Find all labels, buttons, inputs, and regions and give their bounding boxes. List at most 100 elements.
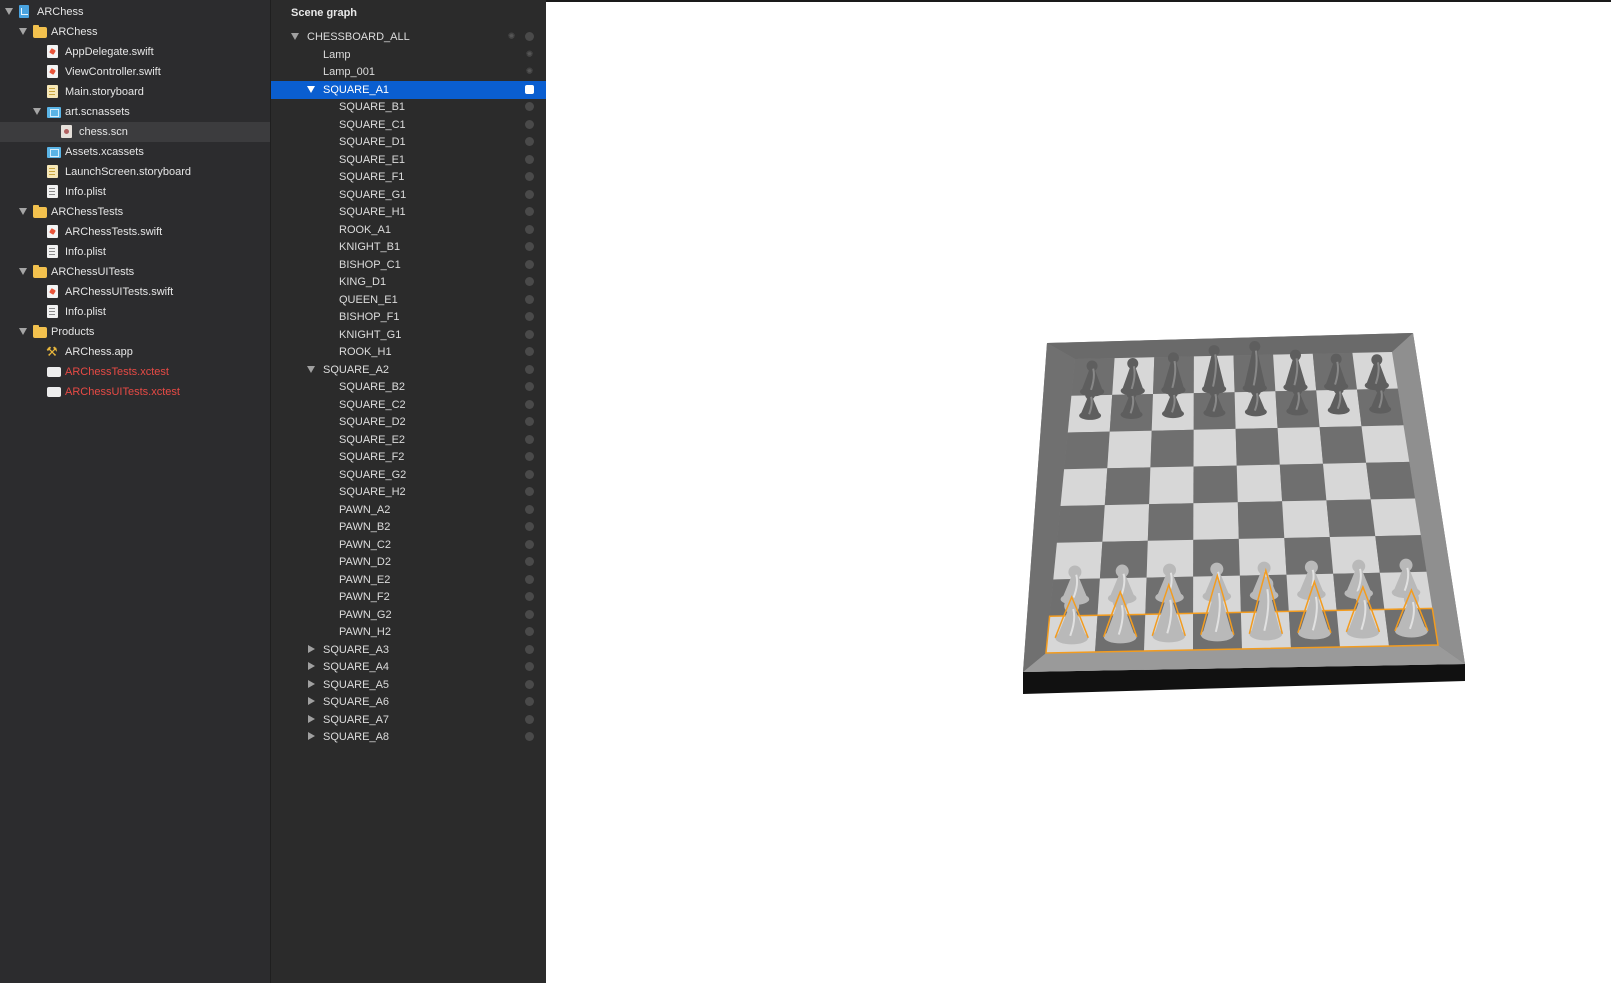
xctest-bundle-icon [47,367,61,377]
scene-graph-node[interactable]: BISHOP_C1 [271,256,546,274]
navigator-item[interactable]: Info.plist [0,182,270,202]
scene-graph-node[interactable]: KNIGHT_B1 [271,238,546,256]
navigator-item[interactable]: AppDelegate.swift [0,42,270,62]
disclosure-triangle-icon[interactable] [308,697,315,705]
light-icon: ✺ [525,48,534,59]
navigator-item-label: Products [51,326,95,338]
disclosure-triangle-icon[interactable] [308,644,315,653]
disclosure-triangle-icon[interactable] [19,328,27,335]
scene-graph-node[interactable]: KNIGHT_G1 [271,326,546,344]
navigator-item[interactable]: chess.scn [0,122,270,142]
board-square [1150,429,1194,468]
scene-graph-node[interactable]: Lamp_001 ✺ [271,63,546,81]
scene-graph-node[interactable]: PAWN_D2 [271,553,546,571]
scene-graph-node[interactable]: SQUARE_B2 [271,378,546,396]
geometry-cube-icon [525,347,534,356]
disclosure-triangle-icon[interactable] [308,732,315,740]
navigator-item[interactable]: ARChessUITests [0,262,270,282]
disclosure-triangle-icon[interactable] [307,85,315,93]
scene-graph-node[interactable]: ROOK_H1 [271,343,546,361]
scene-graph-node[interactable]: PAWN_H2 [271,623,546,641]
scene-graph-node[interactable]: SQUARE_H1 [271,203,546,221]
scene-graph-node[interactable]: SQUARE_A6 [271,693,546,711]
scene-graph-node[interactable]: SQUARE_E2 [271,431,546,449]
scene-graph-node-label: SQUARE_A7 [323,713,390,726]
scene-graph-node[interactable]: SQUARE_A7 [271,711,546,729]
scene-graph-node[interactable]: PAWN_G2 [271,606,546,624]
disclosure-triangle-icon[interactable] [308,679,315,688]
disclosure-triangle-icon[interactable] [33,108,41,115]
chessboard-render[interactable] [546,2,1609,983]
navigator-item[interactable]: LaunchScreen.storyboard [0,162,270,182]
navigator-item[interactable]: Info.plist [0,302,270,322]
scene-graph-node[interactable]: SQUARE_C1 [271,116,546,134]
scene-graph-node[interactable]: ROOK_A1 [271,221,546,239]
scene-graph-node[interactable]: SQUARE_A5 [271,676,546,694]
disclosure-triangle-icon[interactable] [19,268,27,275]
project-icon [19,5,29,18]
scene-graph-node[interactable]: SQUARE_B1 [271,98,546,116]
folder-icon [33,265,47,278]
scene-graph-node[interactable]: SQUARE_D2 [271,413,546,431]
scene-graph-node[interactable]: SQUARE_G1 [271,186,546,204]
scene-graph-node[interactable]: SQUARE_F1 [271,168,546,186]
scene-graph-node[interactable]: SQUARE_A4 [271,658,546,676]
scene-graph-node[interactable]: SQUARE_A8 [271,728,546,746]
navigator-item[interactable]: Products [0,322,270,342]
board-square [1366,461,1415,500]
scene-graph-node[interactable]: PAWN_E2 [271,571,546,589]
scene-graph-node[interactable]: KING_D1 [271,273,546,291]
scene-graph-node[interactable]: SQUARE_A2 [271,361,546,379]
navigator-item[interactable]: ARChessTests.xctest [0,362,270,382]
disclosure-triangle-icon[interactable] [19,208,27,215]
navigator-item-label: ARChessTests.xctest [65,366,169,378]
navigator-item[interactable]: Main.storyboard [0,82,270,102]
board-square [1149,466,1194,505]
navigator-item[interactable]: ViewController.swift [0,62,270,82]
scene-graph-node[interactable]: PAWN_C2 [271,536,546,554]
scene-graph-node-label: BISHOP_F1 [339,311,400,323]
navigator-item[interactable]: ARChess [0,22,270,42]
navigator-item[interactable]: Assets.xcassets [0,142,270,162]
scene-graph-node[interactable]: PAWN_F2 [271,588,546,606]
scene-graph-node[interactable]: PAWN_A2 [271,501,546,519]
scene-graph-node[interactable]: SQUARE_H2 [271,483,546,501]
navigator-item-label: LaunchScreen.storyboard [65,166,191,178]
scene-graph-node[interactable]: SQUARE_D1 [271,133,546,151]
disclosure-triangle-icon[interactable] [19,28,27,35]
navigator-item[interactable]: ARChessTests.swift [0,222,270,242]
scene-graph-node[interactable]: SQUARE_A3 [271,641,546,659]
scene-graph-node[interactable]: SQUARE_G2 [271,466,546,484]
navigator-item[interactable]: art.scnassets [0,102,270,122]
disclosure-triangle-icon[interactable] [291,33,299,40]
plist-file-icon [47,305,58,318]
navigator-item[interactable]: ARChessUITests.xctest [0,382,270,402]
disclosure-triangle-icon[interactable] [308,714,315,723]
scene-graph-node[interactable]: CHESSBOARD_ALL ✺ [271,28,546,46]
geometry-cube-icon [525,102,534,111]
scene-graph-node-label: PAWN_H2 [339,626,391,638]
scene-graph-node-label: PAWN_D2 [339,556,391,568]
disclosure-triangle-icon[interactable] [307,365,315,373]
light-icon: ✺ [507,31,516,41]
scene-graph-node[interactable]: QUEEN_E1 [271,291,546,309]
navigator-item[interactable]: ARChessUITests.swift [0,282,270,302]
scene-graph-node[interactable]: BISHOP_F1 [271,308,546,326]
scene-graph-node[interactable]: PAWN_B2 [271,518,546,536]
navigator-item[interactable]: ARChess [0,2,270,22]
scene-graph-node[interactable]: SQUARE_E1 [271,151,546,169]
scene-graph-node-label: PAWN_B2 [339,521,391,533]
light-icon: ✺ [525,66,534,76]
scene-graph-node[interactable]: SQUARE_C2 [271,396,546,414]
navigator-item[interactable]: ARChess.app [0,342,270,362]
scene-graph-node[interactable]: Lamp ✺ [271,46,546,64]
disclosure-triangle-icon[interactable] [308,662,315,670]
navigator-item[interactable]: Info.plist [0,242,270,262]
scene-viewport[interactable] [546,0,1611,983]
navigator-item[interactable]: ARChessTests [0,202,270,222]
geometry-cube-icon [525,32,534,41]
scene-graph-node[interactable]: SQUARE_F2 [271,448,546,466]
scene-graph-node[interactable]: SQUARE_A1 [271,80,546,99]
folder-icon [33,325,47,338]
disclosure-triangle-icon[interactable] [5,8,13,15]
